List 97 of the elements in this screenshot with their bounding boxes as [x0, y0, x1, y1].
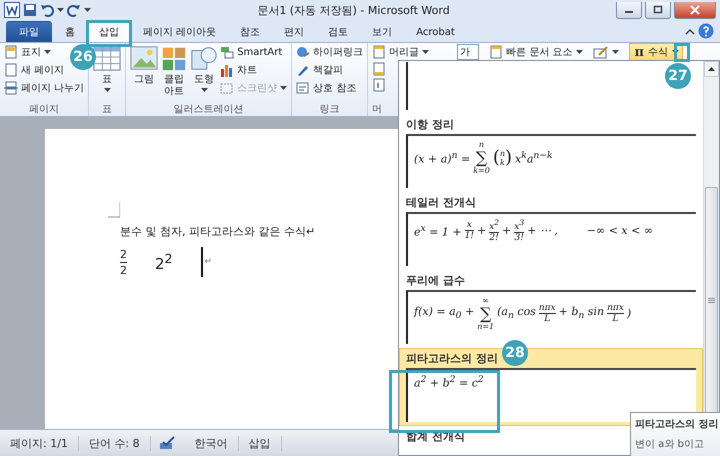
preset-title: 피타고라스의 정리 [406, 352, 498, 365]
language-indicator[interactable]: 한국어 [184, 436, 239, 450]
ribbon-button[interactable]: 표 [93, 44, 122, 93]
callout-frame [86, 20, 132, 47]
text-cursor [200, 247, 202, 277]
ribbon-button[interactable]: 새 페이지 [4, 62, 64, 78]
fraction: x$^{3}$ 3! [514, 218, 524, 243]
ribbon-tab[interactable]: Acrobat [405, 21, 466, 42]
group-label: 링크 [318, 103, 341, 116]
preset-title: 이항 정리 [406, 118, 454, 131]
preset-title: 테일러 전개식 [406, 196, 476, 209]
group-label: 일러스트레이션 [172, 103, 245, 116]
signature-button[interactable] [592, 44, 619, 60]
formula-text: (a$_{n}$ cos [497, 305, 536, 322]
ribbon-button[interactable]: 하이퍼링크 [296, 44, 364, 60]
word-logo-icon[interactable] [4, 2, 20, 18]
summation: n ∑ k=0 [473, 140, 490, 175]
ribbon-button[interactable]: 표지 [4, 44, 51, 60]
ribbon-button[interactable]: 도형 [190, 44, 218, 93]
caret-icon [612, 50, 619, 54]
page-icon [4, 63, 18, 77]
close-button[interactable] [674, 2, 716, 18]
ribbon-tab[interactable]: 홈 [54, 21, 86, 42]
close-icon [690, 4, 700, 14]
callout-frame [674, 43, 690, 62]
group-label: 페이지 [28, 103, 60, 116]
page-number-icon [372, 78, 386, 92]
equation-text: 2$^{2}$ [155, 251, 172, 273]
ribbon-tab[interactable]: 페이지 레이아웃 [132, 21, 228, 42]
bar-chart-icon [220, 63, 234, 77]
file-tab[interactable]: 파일 [6, 21, 52, 42]
ribbon-tab[interactable]: 참조 [229, 21, 272, 42]
formula-text: f(x) = a$_{0}$ + [414, 305, 474, 322]
formula-text: + [502, 224, 512, 237]
page-break-icon [4, 81, 18, 95]
maximize-icon [653, 5, 663, 14]
page-count[interactable]: 페이지: 1/1 [0, 436, 79, 450]
smartart-icon [220, 45, 234, 59]
insert-mode[interactable]: 삽입 [238, 436, 282, 450]
ribbon-button[interactable]: 클립 아트 [160, 44, 188, 98]
formula-text: a$^{2}$ + b$^{2}$ = c$^{2}$ [414, 374, 484, 390]
header-icon [372, 45, 386, 59]
formula-text: x$^{k}$a$^{n−k}$ [515, 150, 553, 166]
ribbon-tab[interactable]: 검토 [317, 21, 360, 42]
ribbon-button[interactable]: 차트 [220, 62, 258, 78]
window-title: 문서1 (자동 저장됨) - Microsoft Word [256, 2, 451, 18]
formula-condition: −∞ < x < ∞ [586, 224, 653, 237]
ribbon-button[interactable]: 페이지 나누기 [4, 80, 84, 96]
screenshot-icon [220, 81, 234, 95]
fraction: nπx L [538, 303, 556, 324]
scroll-up-icon[interactable] [708, 66, 715, 72]
undo-icon[interactable] [40, 3, 54, 17]
ribbon-button[interactable]: SmartArt [220, 44, 282, 60]
fraction: x$^{2}$ 2! [489, 218, 500, 243]
fraction: 2 2 [120, 248, 127, 276]
group-label: 표 [101, 103, 114, 116]
document-text: 분수 및 첨자, 피타고라스와 같은 수식↵ [120, 224, 316, 239]
formula-text: ) [626, 307, 632, 320]
summation: ∞ ∑ n=1 [477, 296, 494, 331]
ribbon-button[interactable]: 그림 [130, 44, 158, 86]
caret-icon [672, 50, 680, 54]
formula-text: (x + a)$^{n}$ = [414, 150, 470, 166]
help-icon[interactable] [698, 23, 714, 39]
preset-title: 푸리에 급수 [406, 274, 465, 287]
formula-text: e$^{x}$ = 1 + [414, 222, 462, 238]
cross-reference-icon [296, 81, 310, 95]
proofing-check-icon[interactable] [158, 436, 177, 450]
picture-icon [130, 44, 158, 72]
group-label: 머 [372, 103, 384, 116]
quick-parts-button[interactable]: 빠른 문서 요소 [489, 44, 583, 60]
fraction: x 1! [464, 220, 474, 241]
redo-icon[interactable] [67, 3, 81, 17]
ribbon-tab[interactable]: 보기 [361, 21, 404, 42]
globe-link-icon [296, 45, 310, 59]
formula-text: + b$_{n}$ sin [558, 305, 604, 322]
margin-corner-mark [108, 202, 120, 218]
ribbon-button[interactable]: 상호 참조 [296, 80, 356, 96]
grip-icon [708, 298, 715, 304]
caret-icon [576, 50, 583, 54]
caret-icon [57, 8, 64, 12]
ribbon-tab[interactable]: 편지 [273, 21, 316, 42]
minimize-button[interactable] [616, 2, 642, 18]
footer-icon [372, 62, 386, 76]
bookmark-icon [296, 63, 310, 77]
ribbon-button[interactable]: 머리글 [372, 44, 430, 60]
word-count[interactable]: 단어 수: 8 [78, 436, 151, 450]
ribbon-button[interactable]: 책갈피 [296, 62, 344, 78]
save-icon[interactable] [23, 3, 37, 17]
formula-text: + ⋯ , [527, 224, 558, 237]
caret-icon [84, 8, 91, 12]
cover-page-icon [4, 45, 18, 59]
fraction: nπx L [607, 303, 624, 324]
paragraph-mark: ↵ [204, 257, 212, 267]
table-icon [93, 44, 122, 72]
text-box-button[interactable]: 가 [457, 44, 480, 60]
maximize-button[interactable] [645, 2, 671, 18]
formula-text: + [476, 224, 486, 237]
